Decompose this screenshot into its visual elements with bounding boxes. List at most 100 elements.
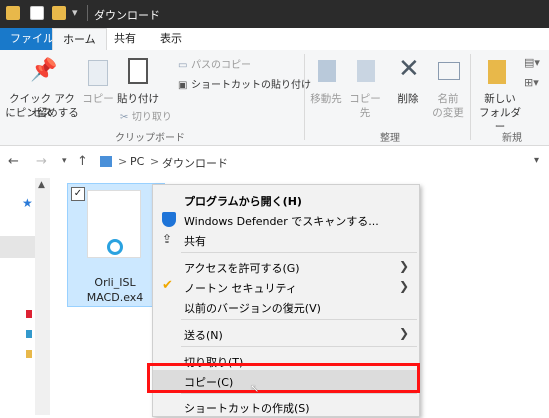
organize-group-label: 整理 <box>380 133 400 144</box>
breadcrumb-pc[interactable]: PC <box>130 155 144 168</box>
clipboard-group-label: クリップボード <box>115 133 185 144</box>
paste-label: 貼り付け <box>117 93 159 105</box>
easy-access-icon[interactable]: ⊞▾ <box>524 76 539 89</box>
file-document-icon <box>87 190 141 258</box>
scroll-up-icon[interactable]: ▲ <box>38 180 45 190</box>
rename-button[interactable]: 名前 の変更 <box>428 56 468 128</box>
menu-separator <box>181 319 417 320</box>
copy-to-button[interactable]: コピー先 <box>345 56 385 119</box>
delete-label: 削除 <box>397 93 419 105</box>
mouse-cursor-icon: ↖ <box>250 382 260 395</box>
ribbon-panel: 📌 クイック アクセス にピン留めする コピー 貼り付け ▭ パスのコピー ▣ … <box>0 50 549 146</box>
back-arrow-icon[interactable]: ← <box>8 154 19 169</box>
address-input[interactable]: > PC > ダウンロード ▾ <box>96 151 549 173</box>
menu-separator <box>181 252 417 253</box>
copy-to-icon <box>357 60 375 82</box>
pin-label-line2: にピン留めする <box>5 107 79 119</box>
title-separator <box>87 5 88 21</box>
menu-send-to[interactable]: 送る(N) ❯ <box>153 323 419 345</box>
new-folder-button[interactable]: 新しい フォルダー <box>474 56 526 133</box>
paste-shortcut-label: ショートカットの貼り付け <box>190 80 311 91</box>
checkbox-icon[interactable] <box>30 6 44 20</box>
menu-create-shortcut-label: ショートカットの作成(S) <box>184 402 310 415</box>
menu-grant-access-label: アクセスを許可する(G) <box>184 262 300 275</box>
copy-button[interactable]: コピー <box>82 56 114 116</box>
menu-restore-label: 以前のバージョンの復元(V) <box>184 302 321 315</box>
nav-item-icon-yellow[interactable] <box>26 350 32 358</box>
navigation-scrollbar[interactable]: ▲ <box>35 178 50 415</box>
menu-grant-access[interactable]: アクセスを許可する(G) ❯ <box>153 256 419 278</box>
menu-send-to-label: 送る(N) <box>184 329 223 342</box>
move-to-button[interactable]: 移動先 <box>308 56 344 116</box>
file-type-icon <box>107 239 123 255</box>
up-arrow-icon[interactable]: ↑ <box>77 154 88 169</box>
nav-item-icon-red[interactable] <box>26 310 32 318</box>
pin-icon: 📌 <box>30 58 58 83</box>
copy-label: コピー <box>82 93 114 105</box>
copy-path-button[interactable]: ▭ パスのコピー <box>178 56 251 71</box>
new-folder-label-line1: 新しい <box>484 93 516 105</box>
copy-to-label: コピー先 <box>349 93 381 119</box>
menu-restore-previous[interactable]: 以前のバージョンの復元(V) <box>153 296 419 318</box>
file-select-checkbox[interactable]: ✓ <box>71 187 85 201</box>
address-dropdown-icon[interactable]: ▾ <box>534 155 539 166</box>
submenu-arrow-icon: ❯ <box>398 259 409 273</box>
menu-separator <box>181 393 417 394</box>
copy-highlight-box <box>147 363 420 393</box>
forward-arrow-icon[interactable]: → <box>36 154 47 169</box>
recent-locations-icon[interactable]: ▾ <box>62 156 67 166</box>
menu-norton-security[interactable]: ✔ ノートン セキュリティ ❯ <box>153 276 419 298</box>
new-item-icon[interactable]: ▤▾ <box>524 56 540 69</box>
rename-icon <box>438 62 460 80</box>
breadcrumb-separator-2: > <box>150 155 160 168</box>
ribbon-separator <box>304 54 305 140</box>
submenu-arrow-icon: ❯ <box>398 279 409 293</box>
paste-shortcut-button[interactable]: ▣ ショートカットの貼り付け <box>178 76 311 91</box>
rename-label-line1: 名前 <box>437 93 459 105</box>
window-title: ダウンロード <box>94 9 160 22</box>
ribbon-tabs: ファイル ホーム 共有 表示 <box>0 28 549 51</box>
menu-defender-scan[interactable]: Windows Defender でスキャンする... <box>153 209 419 231</box>
breadcrumb-separator: > <box>118 155 128 168</box>
cut-button[interactable]: ✂ 切り取り <box>120 108 172 123</box>
copy-icon <box>88 60 108 86</box>
move-icon <box>318 60 336 82</box>
menu-open-with[interactable]: プログラムから開く(H) <box>153 189 419 211</box>
nav-selected-item[interactable] <box>0 236 35 258</box>
file-name-line1: Orli_ISL <box>94 276 136 289</box>
menu-share-label: 共有 <box>184 235 206 248</box>
tab-home[interactable]: ホーム <box>52 28 107 51</box>
tab-view[interactable]: 表示 <box>150 28 192 50</box>
copy-path-label: パスのコピー <box>190 60 251 71</box>
breadcrumb-downloads[interactable]: ダウンロード <box>162 155 228 171</box>
menu-defender-label: Windows Defender でスキャンする... <box>184 215 379 228</box>
paste-shortcut-icon: ▣ <box>178 80 188 91</box>
share-icon: ⇪ <box>162 232 173 246</box>
folder-icon <box>6 6 20 20</box>
quick-access-star-icon[interactable]: ★ <box>22 196 33 210</box>
delete-button[interactable]: ✕ 削除 <box>390 54 426 116</box>
defender-shield-icon <box>162 212 176 227</box>
menu-open-with-label: プログラムから開く(H) <box>184 195 302 208</box>
rename-label-line2: の変更 <box>432 107 464 119</box>
menu-share[interactable]: ⇪ 共有 <box>153 229 419 251</box>
new-folder-quick-icon[interactable] <box>52 6 66 20</box>
cut-label: 切り取り <box>131 112 172 123</box>
address-bar-row: ← → ▾ ↑ > PC > ダウンロード ▾ <box>0 148 549 176</box>
norton-check-icon: ✔ <box>162 278 173 293</box>
tab-share[interactable]: 共有 <box>104 28 146 50</box>
downloads-folder-icon <box>100 156 112 167</box>
paste-button[interactable]: 貼り付け <box>116 56 160 116</box>
pin-quick-access-button[interactable]: 📌 クイック アクセス にピン留めする <box>4 56 80 128</box>
copy-path-icon: ▭ <box>178 60 188 71</box>
move-to-label: 移動先 <box>310 93 342 105</box>
title-bar: ▾ ダウンロード <box>0 0 549 28</box>
quick-access-dropdown-icon[interactable]: ▾ <box>72 6 78 19</box>
scissors-icon: ✂ <box>120 112 129 123</box>
ribbon-separator-2 <box>470 54 471 140</box>
clipboard-icon <box>128 58 148 84</box>
delete-x-icon: ✕ <box>398 54 420 84</box>
nav-item-icon-blue[interactable] <box>26 330 32 338</box>
new-group-label: 新規 <box>502 133 522 144</box>
menu-separator <box>181 346 417 347</box>
